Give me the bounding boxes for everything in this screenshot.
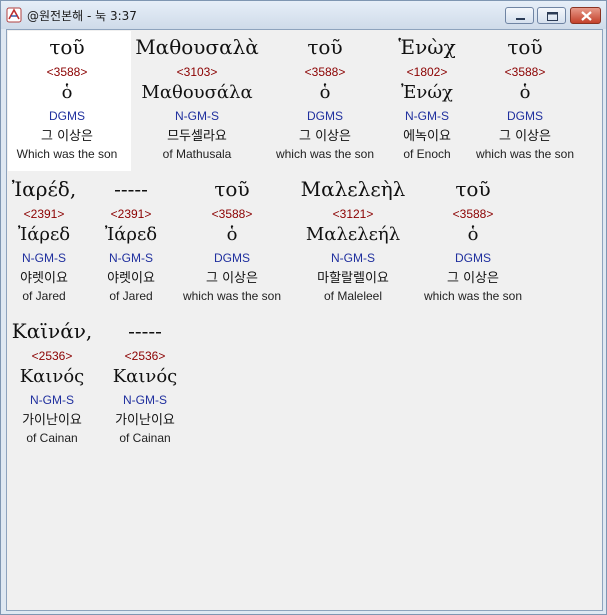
- morphology-code[interactable]: DGMS: [175, 250, 289, 266]
- greek-word: τοῦ: [307, 35, 343, 59]
- korean-gloss: 가이난이요: [115, 413, 175, 428]
- word-cell[interactable]: Μαθουσαλὰ <3103> Μαθουσάλα N-GM-S 므두셀라요 …: [132, 34, 262, 162]
- strong-number[interactable]: <3588>: [416, 204, 530, 224]
- maximize-button[interactable]: [537, 7, 566, 24]
- english-gloss: of Enoch: [403, 147, 451, 161]
- morphology-code[interactable]: N-GM-S: [390, 108, 464, 124]
- word-cell[interactable]: τοῦ <3588> ὁ DGMS 그 이상은 which was the so…: [416, 176, 530, 304]
- morphology-code[interactable]: DGMS: [268, 108, 382, 124]
- lemma: ὁ: [319, 82, 331, 103]
- korean-gloss: 그 이상은: [447, 271, 499, 286]
- window-title: @원전본해 - 눅 3:37: [27, 9, 137, 23]
- morphology-code[interactable]: N-GM-S: [8, 392, 96, 408]
- word-cell[interactable]: ----- <2391> Ἰάρεδ N-GM-S 야렛이요 of Jared: [95, 176, 167, 304]
- strong-number[interactable]: <3588>: [268, 62, 382, 82]
- korean-gloss: 마할랄렐이요: [317, 271, 389, 286]
- greek-word: τοῦ: [214, 177, 250, 201]
- korean-gloss: 그 이상은: [206, 271, 258, 286]
- lemma: Μαλελεήλ: [305, 224, 401, 245]
- english-gloss: of Jared: [22, 289, 66, 303]
- word-cell[interactable]: Ἑνὼχ <1802> Ἐνώχ N-GM-S 에녹이요 of Enoch: [390, 34, 464, 162]
- lemma: Ἰάρεδ: [17, 224, 71, 245]
- korean-gloss: 에녹이요: [403, 129, 451, 144]
- maximize-icon: [547, 12, 558, 21]
- greek-word: Μαθουσαλὰ: [135, 35, 259, 59]
- english-gloss: which was the son: [423, 289, 523, 303]
- strong-number[interactable]: <3103>: [132, 62, 262, 82]
- close-button[interactable]: [570, 7, 601, 24]
- morphology-code[interactable]: N-GM-S: [8, 250, 80, 266]
- greek-word: Μαλελεὴλ: [300, 177, 406, 201]
- english-gloss: of Mathusala: [162, 147, 232, 161]
- morphology-code[interactable]: DGMS: [11, 108, 123, 124]
- morphology-code[interactable]: N-GM-S: [132, 108, 262, 124]
- greek-word: Καϊνάν,: [11, 319, 93, 343]
- word-cell[interactable]: τοῦ <3588> ὁ DGMS 그 이상은 which was the so…: [468, 34, 582, 162]
- strong-number[interactable]: <3588>: [11, 62, 123, 82]
- morphology-code[interactable]: N-GM-S: [105, 392, 185, 408]
- greek-word: -----: [114, 177, 148, 201]
- word-cell[interactable]: Ἰαρέδ, <2391> Ἰάρεδ N-GM-S 야렛이요 of Jared: [8, 176, 80, 304]
- english-gloss: Which was the son: [16, 147, 118, 161]
- greek-word: Ἑνὼχ: [398, 35, 456, 59]
- english-gloss: which was the son: [475, 147, 575, 161]
- morphology-code[interactable]: N-GM-S: [95, 250, 167, 266]
- korean-gloss: 그 이상은: [41, 129, 93, 144]
- lemma: ὁ: [226, 224, 238, 245]
- greek-word: τοῦ: [49, 35, 85, 59]
- lemma: Καινός: [19, 366, 85, 387]
- korean-gloss: 야렛이요: [20, 271, 68, 286]
- english-gloss: of Cainan: [119, 431, 171, 445]
- english-gloss: of Cainan: [26, 431, 78, 445]
- lemma: ὁ: [61, 82, 73, 103]
- strong-number[interactable]: <2536>: [105, 346, 185, 366]
- lemma: Καινός: [112, 366, 178, 387]
- word-cell[interactable]: Μαλελεὴλ <3121> Μαλελεήλ N-GM-S 마할랄렐이요 o…: [297, 176, 409, 304]
- lemma: ὁ: [519, 82, 531, 103]
- lemma: Ἰάρεδ: [104, 224, 158, 245]
- lemma: ὁ: [467, 224, 479, 245]
- korean-gloss: 야렛이요: [107, 271, 155, 286]
- korean-gloss: 므두셀라요: [167, 129, 227, 144]
- interlinear-pane: τοῦ <3588> ὁ DGMS 그 이상은 Which was the so…: [6, 29, 603, 611]
- english-gloss: of Maleleel: [323, 289, 383, 303]
- app-logo-icon: [6, 7, 22, 23]
- greek-word: τοῦ: [455, 177, 491, 201]
- greek-word: -----: [128, 319, 162, 343]
- lemma: Ἐνώχ: [401, 82, 453, 103]
- strong-number[interactable]: <2536>: [8, 346, 96, 366]
- strong-number[interactable]: <1802>: [390, 62, 464, 82]
- close-icon: [581, 11, 592, 21]
- morphology-code[interactable]: DGMS: [416, 250, 530, 266]
- word-cell[interactable]: τοῦ <3588> ὁ DGMS 그 이상은 Which was the so…: [11, 34, 123, 162]
- english-gloss: of Jared: [109, 289, 153, 303]
- strong-number[interactable]: <3588>: [468, 62, 582, 82]
- strong-number[interactable]: <3121>: [297, 204, 409, 224]
- word-cell[interactable]: τοῦ <3588> ὁ DGMS 그 이상은 which was the so…: [268, 34, 382, 162]
- title-bar[interactable]: @원전본해 - 눅 3:37: [1, 1, 606, 29]
- lemma: Μαθουσάλα: [141, 82, 253, 103]
- word-cell[interactable]: Καϊνάν, <2536> Καινός N-GM-S 가이난이요 of Ca…: [8, 318, 96, 446]
- korean-gloss: 가이난이요: [22, 413, 82, 428]
- english-gloss: which was the son: [182, 289, 282, 303]
- morphology-code[interactable]: DGMS: [468, 108, 582, 124]
- strong-number[interactable]: <2391>: [95, 204, 167, 224]
- app-window: @원전본해 - 눅 3:37 τοῦ <3588> ὁ DGMS 그 이상은 W…: [0, 0, 607, 615]
- english-gloss: which was the son: [275, 147, 375, 161]
- strong-number[interactable]: <3588>: [175, 204, 289, 224]
- strong-number[interactable]: <2391>: [8, 204, 80, 224]
- minimize-icon: [516, 18, 525, 20]
- greek-word: τοῦ: [507, 35, 543, 59]
- morphology-code[interactable]: N-GM-S: [297, 250, 409, 266]
- word-cell[interactable]: τοῦ <3588> ὁ DGMS 그 이상은 which was the so…: [175, 176, 289, 304]
- greek-word: Ἰαρέδ,: [11, 177, 77, 201]
- minimize-button[interactable]: [505, 7, 534, 24]
- word-cell[interactable]: ----- <2536> Καινός N-GM-S 가이난이요 of Cain…: [105, 318, 185, 446]
- korean-gloss: 그 이상은: [299, 129, 351, 144]
- korean-gloss: 그 이상은: [499, 129, 551, 144]
